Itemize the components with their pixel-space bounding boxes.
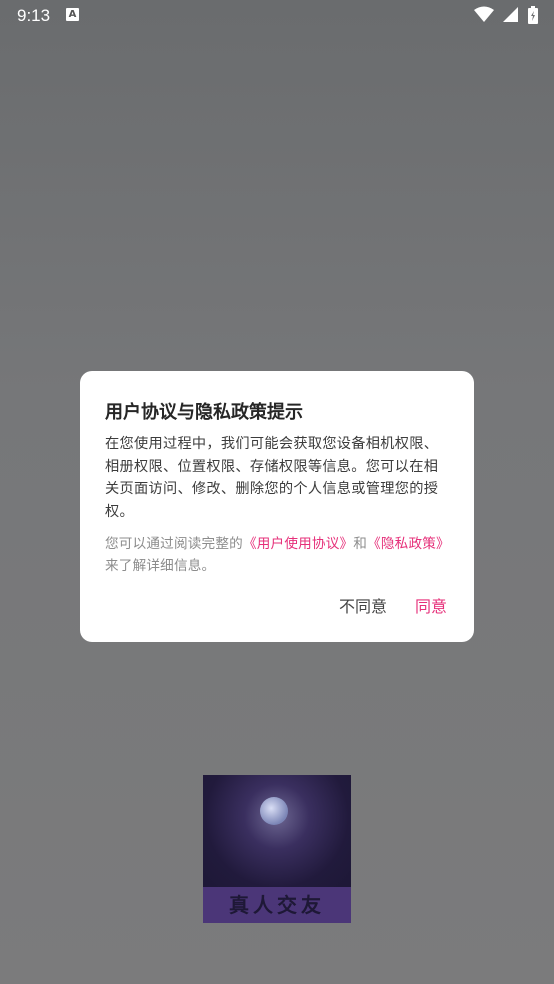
logo-text: 真人交友: [203, 887, 351, 923]
status-bar: 9:13 A: [0, 0, 554, 32]
dialog-body: 在您使用过程中，我们可能会获取您设备相机权限、相册权限、位置权限、存储权限等信息…: [105, 436, 439, 520]
agree-button[interactable]: 同意: [415, 593, 447, 617]
notification-a-icon: A: [66, 8, 79, 21]
dialog-note: 您可以通过阅读完整的《用户使用协议》和《隐私政策》来了解详细信息。: [105, 533, 450, 577]
user-agreement-link[interactable]: 《用户使用协议》: [243, 536, 353, 552]
app-splash-logo: 真人交友: [203, 775, 351, 923]
note-and: 和: [353, 536, 368, 552]
status-time: 9:13: [17, 6, 51, 25]
disagree-button[interactable]: 不同意: [339, 593, 387, 617]
signal-icon: [502, 7, 518, 22]
battery-icon: [528, 6, 538, 24]
privacy-dialog: 用户协议与隐私政策提示 在您使用过程中，我们可能会获取您设备相机权限、相册权限、…: [80, 371, 474, 642]
wifi-icon: [473, 6, 494, 22]
privacy-policy-link[interactable]: 《隐私政策》: [367, 536, 450, 552]
moon-icon: [260, 797, 288, 825]
note-suffix: 来了解详细信息。: [105, 558, 216, 574]
status-icons: [470, 6, 538, 24]
dialog-title: 用户协议与隐私政策提示: [105, 402, 303, 423]
note-prefix: 您可以通过阅读完整的: [105, 536, 243, 552]
